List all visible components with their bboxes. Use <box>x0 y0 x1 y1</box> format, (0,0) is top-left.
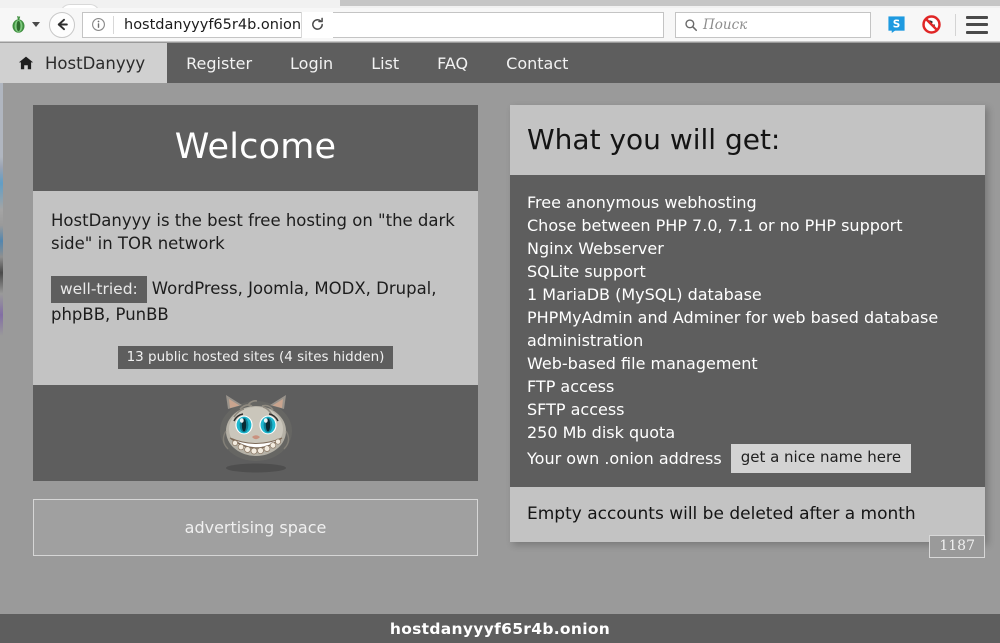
search-input[interactable]: Поиск <box>703 17 747 33</box>
advertising-space[interactable]: advertising space <box>33 499 478 556</box>
welcome-body: HostDanyyy is the best free hosting on "… <box>33 191 478 385</box>
hamburger-menu-button[interactable] <box>966 16 988 34</box>
advertising-space-label: advertising space <box>185 518 327 537</box>
extension-icons: S <box>887 15 941 34</box>
noscript-icon[interactable] <box>922 15 941 34</box>
feature-item: Chose between PHP 7.0, 7.1 or no PHP sup… <box>527 214 968 237</box>
welcome-intro-text: HostDanyyy is the best free hosting on "… <box>51 209 460 256</box>
nav-item-label: List <box>371 54 399 73</box>
feature-item: SQLite support <box>527 260 968 283</box>
back-arrow-icon <box>55 17 70 32</box>
feature-item: Web-based file management <box>527 352 968 375</box>
tor-onion-icon <box>9 15 28 34</box>
onion-address-feature: Your own .onion address get a nice name … <box>527 444 968 473</box>
nav-brand-label: HostDanyyy <box>45 54 145 73</box>
visitor-counter-badge: 1187 <box>929 535 985 558</box>
chevron-down-icon <box>32 22 40 27</box>
site-footer-address: hostdanyyyf65r4b.onion <box>390 620 610 638</box>
hamburger-menu-icon <box>966 31 988 34</box>
search-icon <box>684 18 698 32</box>
feature-item: 1 MariaDB (MySQL) database <box>527 283 968 306</box>
onion-address-label: Your own .onion address <box>527 447 722 470</box>
feature-item: SFTP access <box>527 398 968 421</box>
browser-toolbar: hostdanyyyf65r4b.onion Поиск S <box>0 8 1000 42</box>
home-icon <box>18 55 34 71</box>
tab-strip-empty-area <box>340 0 1000 6</box>
site-footer: hostdanyyyf65r4b.onion <box>0 614 1000 643</box>
nav-item-login[interactable]: Login <box>271 43 352 83</box>
cheshire-cat-image <box>200 391 312 475</box>
reload-icon <box>310 17 325 32</box>
nav-item-label: Contact <box>506 54 568 73</box>
welcome-panel: Welcome HostDanyyy is the best free host… <box>33 105 478 556</box>
toolbar-divider <box>955 14 956 36</box>
address-bar[interactable]: hostdanyyyf65r4b.onion <box>82 12 664 38</box>
hosted-sites-badge: 13 public hosted sites (4 sites hidden) <box>118 346 394 369</box>
feature-item: PHPMyAdmin and Adminer for web based dat… <box>527 306 968 352</box>
tab-strip <box>0 0 1000 8</box>
search-bar[interactable]: Поиск <box>675 12 871 38</box>
nav-item-home[interactable]: HostDanyyy <box>0 43 167 83</box>
feature-item: Nginx Webserver <box>527 237 968 260</box>
nav-item-label: Login <box>290 54 333 73</box>
reload-button[interactable] <box>301 12 333 38</box>
offer-feature-list: Free anonymous webhosting Chose between … <box>510 175 985 487</box>
welcome-tech-line: well-tried:WordPress, Joomla, MODX, Drup… <box>51 276 460 326</box>
site-info-icon[interactable] <box>91 17 106 32</box>
page-content: Welcome HostDanyyy is the best free host… <box>0 83 1000 610</box>
tor-onion-menu-button[interactable] <box>9 15 40 34</box>
well-tried-badge: well-tried: <box>51 276 147 303</box>
nav-item-list[interactable]: List <box>352 43 418 83</box>
offer-panel: What you will get: Free anonymous webhos… <box>510 105 985 542</box>
hamburger-menu-icon <box>966 23 988 26</box>
nav-item-label: FAQ <box>437 54 468 73</box>
hamburger-menu-icon <box>966 16 988 19</box>
welcome-stats-wrap: 13 public hosted sites (4 sites hidden) <box>51 346 460 369</box>
offer-footer-note: Empty accounts will be deleted after a m… <box>510 487 985 542</box>
offer-heading: What you will get: <box>510 105 985 175</box>
skype-click-to-call-icon[interactable]: S <box>887 15 906 34</box>
nav-item-register[interactable]: Register <box>167 43 271 83</box>
nav-item-faq[interactable]: FAQ <box>418 43 487 83</box>
feature-item: FTP access <box>527 375 968 398</box>
nav-item-label: Register <box>186 54 252 73</box>
get-nice-name-button[interactable]: get a nice name here <box>731 444 911 473</box>
welcome-heading: Welcome <box>33 105 478 191</box>
back-button[interactable] <box>49 12 75 38</box>
nav-item-contact[interactable]: Contact <box>487 43 587 83</box>
site-navigation: HostDanyyy Register Login List FAQ Conta… <box>0 43 1000 83</box>
svg-text:S: S <box>893 18 901 30</box>
browser-window: hostdanyyyf65r4b.onion Поиск S <box>0 0 1000 643</box>
feature-item: 250 Mb disk quota <box>527 421 968 444</box>
window-edge-strip <box>0 83 3 610</box>
feature-item: Free anonymous webhosting <box>527 191 968 214</box>
address-bar-url: hostdanyyyf65r4b.onion <box>114 17 301 33</box>
cheshire-cat-banner <box>33 385 478 481</box>
